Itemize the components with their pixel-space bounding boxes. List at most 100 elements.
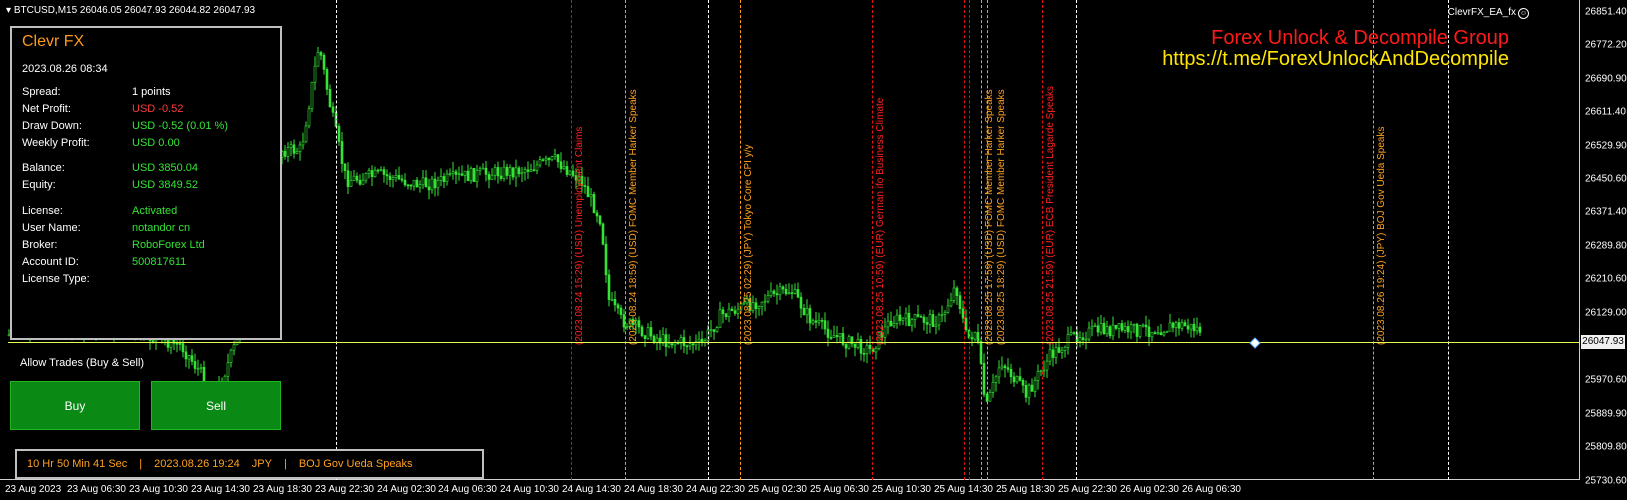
period-separator (1076, 0, 1077, 480)
candle (898, 306, 902, 326)
candle (361, 173, 365, 185)
candle (964, 309, 968, 333)
candle (616, 302, 620, 315)
candle (1186, 318, 1190, 334)
candle (1087, 321, 1091, 342)
candle (316, 47, 320, 67)
news-label: (2023.08.25 18:29) (USD) FOMC Member Har… (996, 89, 1007, 345)
candle (514, 159, 518, 187)
candle (1138, 325, 1142, 339)
time-tick: 24 Aug 14:30 (562, 484, 621, 495)
broker-row: Broker: RoboForex Ltd (22, 239, 205, 251)
symbol-menu-icon[interactable]: ▾ (6, 5, 14, 16)
candle (556, 153, 560, 168)
candle (841, 327, 845, 347)
candle (184, 345, 188, 368)
candle (370, 165, 374, 187)
candle (1069, 326, 1073, 336)
candle (973, 331, 977, 342)
candle (487, 171, 491, 189)
candle (553, 148, 557, 160)
candle (670, 343, 674, 349)
candle (301, 132, 305, 150)
news-line (964, 0, 965, 480)
candle (430, 175, 434, 194)
news-line (1373, 0, 1374, 480)
news-label: (2023.08.25 21:59) (EUR) ECB President L… (1045, 85, 1056, 345)
time-tick: 24 Aug 02:30 (377, 484, 436, 495)
candle (610, 292, 614, 302)
candle (913, 313, 917, 328)
candle (304, 121, 308, 143)
time-scale[interactable]: 23 Aug 2023 23 Aug 06:30 23 Aug 10:30 23… (0, 480, 1580, 500)
candle (523, 166, 527, 181)
candle (1123, 322, 1127, 334)
candle (1111, 316, 1115, 341)
candle (1027, 383, 1031, 406)
expert-advisor-name[interactable]: ClevrFX_EA_fx ☺ (1448, 7, 1529, 19)
candle (1177, 318, 1181, 336)
candle (646, 323, 650, 340)
candle (229, 348, 233, 368)
candle (949, 292, 953, 308)
watermark-link[interactable]: https://t.me/ForexUnlockAndDecompile (1162, 48, 1509, 71)
candle (472, 167, 476, 182)
candle (658, 330, 662, 351)
candle (346, 162, 350, 195)
spread-row: Spread: 1 points (22, 86, 171, 98)
candle (1183, 319, 1187, 327)
candle (766, 290, 770, 304)
candle (940, 305, 944, 323)
candle (586, 176, 590, 198)
buy-button[interactable]: Buy (10, 381, 140, 430)
candle (436, 176, 440, 196)
candle (730, 306, 734, 312)
candle (808, 304, 812, 331)
candle (1153, 330, 1157, 335)
candle (733, 305, 737, 316)
candle (544, 155, 548, 165)
candle (187, 354, 191, 369)
sell-button[interactable]: Sell (151, 381, 281, 430)
candle (619, 304, 623, 319)
news-label: (2023.08.25 10:59) (EUR) German ifo Busi… (875, 97, 886, 345)
candle (448, 168, 452, 177)
candle (946, 298, 950, 314)
time-tick: 24 Aug 06:30 (438, 484, 497, 495)
candle (1126, 320, 1130, 339)
candle (1081, 332, 1085, 346)
candle (499, 166, 503, 181)
candle (886, 313, 890, 335)
candle (196, 359, 200, 376)
candle (307, 105, 311, 129)
news-line (1042, 0, 1043, 480)
candle (853, 343, 857, 357)
candle (460, 165, 464, 177)
candle (178, 338, 182, 351)
chart-area[interactable]: (2023.08.24 15:29) (USD) Unemployment Cl… (0, 0, 1580, 480)
allow-trades-label[interactable]: Allow Trades (Buy & Sell) (20, 357, 144, 369)
candle (193, 353, 197, 374)
candle (1156, 325, 1160, 335)
candle (835, 326, 839, 344)
candle (439, 168, 443, 187)
period-separator (1448, 0, 1449, 480)
candle (1045, 353, 1049, 378)
candle (1189, 323, 1193, 338)
candle (970, 331, 974, 347)
price-scale[interactable]: 26851.40 26772.20 26690.90 26611.40 2652… (1580, 0, 1627, 500)
candle (904, 307, 908, 327)
candle (484, 161, 488, 182)
time-tick: 24 Aug 18:30 (624, 484, 683, 495)
candle (532, 159, 536, 172)
candle (934, 315, 938, 335)
candle (889, 311, 893, 327)
candle (520, 166, 524, 182)
current-price-label: 26047.93 (1581, 335, 1625, 349)
candle (709, 320, 713, 338)
candle (832, 325, 836, 338)
candle (691, 341, 695, 354)
candle (1054, 342, 1058, 364)
user-name-row: User Name: notandor cn (22, 222, 191, 234)
time-tick: 26 Aug 02:30 (1120, 484, 1179, 495)
